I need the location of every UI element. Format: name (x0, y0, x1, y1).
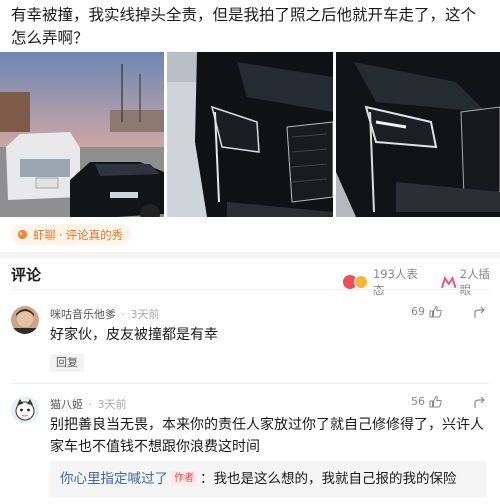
comment-time: 3天前 (130, 308, 160, 321)
share-icon[interactable] (473, 396, 488, 409)
comment-time: 3天前 (97, 398, 127, 411)
topic-separator: · (59, 227, 63, 242)
sub-reply-username[interactable]: 你心里指定喊过了 (60, 471, 168, 487)
username-text: 咪咕音乐他爹 (50, 308, 116, 321)
avatar[interactable] (11, 306, 39, 334)
car-photo-icon (167, 52, 333, 217)
meta-separator: · (121, 308, 126, 321)
photo-grid (0, 52, 500, 217)
thumbs-up-icon (429, 305, 442, 318)
reaction-emojis (343, 275, 370, 289)
user-avatar-icon (11, 396, 39, 424)
share-icon[interactable] (473, 306, 488, 319)
shrimp-icon (17, 229, 28, 240)
comments-title: 评论 (11, 266, 42, 284)
photo-1[interactable] (0, 52, 164, 217)
sub-reply-text: 我也是这么想的，我就自己报的我的保险 (213, 471, 457, 487)
car-photo-icon (0, 52, 164, 217)
user-avatar-icon (11, 306, 39, 334)
post-title: 有幸被撞，我实线掉头全责，但是我拍了照之后他就开车走了，这个怎么弄啊？ (11, 6, 477, 47)
comment-username[interactable]: 猫八姬 · 3天前 (50, 396, 127, 412)
like-count: 69 (411, 305, 425, 318)
car-photo-icon (336, 52, 500, 217)
reactions-summary[interactable]: 193人表态 2人插眼 (343, 266, 500, 298)
laugh-emoji-icon (354, 275, 368, 289)
thumbs-up-icon (429, 395, 442, 408)
topic-tag[interactable]: 虾聊 · 评论真的秀 (11, 224, 132, 245)
comments-header: 评论 193人表态 2人插眼 (0, 258, 500, 297)
comment-item: 咪咕音乐他爹 · 3天前 69 好家伙，皮友被撞都是有幸 回复 (0, 300, 500, 380)
eye-mark-icon (441, 275, 457, 288)
like-button[interactable]: 69 (411, 305, 442, 318)
reply-button[interactable]: 回复 (50, 354, 84, 372)
photo-2[interactable] (167, 52, 333, 217)
topic-name: 评论真的秀 (65, 227, 124, 242)
like-count: 56 (411, 395, 425, 408)
meta-separator: · (88, 398, 93, 411)
username-text: 猫八姬 (50, 398, 83, 411)
photo-3[interactable] (336, 52, 500, 217)
topic-brand: 虾聊 (33, 227, 56, 242)
like-button[interactable]: 56 (411, 395, 442, 408)
avatar[interactable] (11, 396, 39, 424)
author-badge: 作者 (171, 471, 197, 486)
comment-text: 别把善良当无畏，本来你的责任人家放过你了就自己修修得了，兴许人家车也不值钱不想跟… (50, 417, 484, 455)
comment-text: 好家伙，皮友被撞都是有幸 (50, 327, 218, 343)
header-separator (11, 289, 489, 290)
sub-reply-colon: ： (200, 471, 214, 487)
sub-reply[interactable]: 你心里指定喊过了 作者 ：我也是这么想的，我就自己报的我的保险 (50, 461, 486, 497)
mirror-count: 2人插眼 (459, 267, 491, 297)
reactions-count: 193人表态 (372, 267, 418, 297)
comment-username[interactable]: 咪咕音乐他爹 · 3天前 (50, 306, 160, 322)
comment-separator (11, 383, 489, 384)
